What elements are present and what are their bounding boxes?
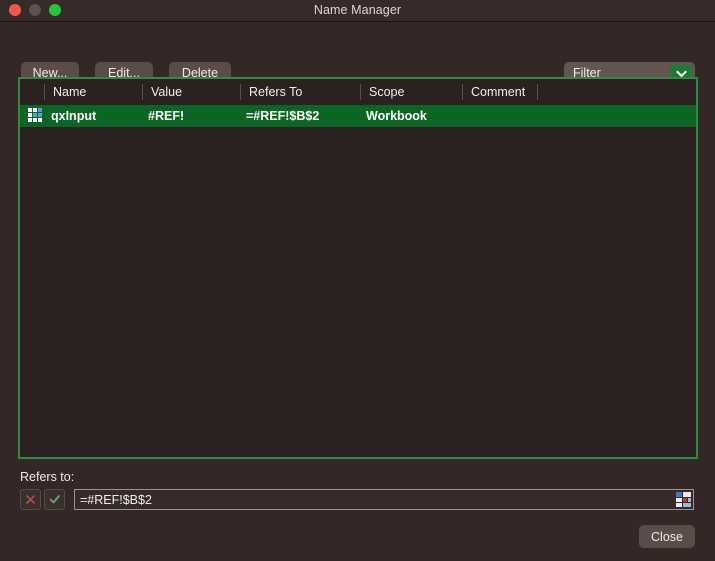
table-row[interactable]: qxInput #REF! =#REF!$B$2 Workbook	[20, 105, 696, 127]
cell-name: qxInput	[51, 109, 97, 123]
column-header-scope[interactable]: Scope	[361, 79, 404, 105]
window-title: Name Manager	[313, 3, 402, 17]
cell-scope: Workbook	[366, 109, 427, 123]
column-header-refers-to[interactable]: Refers To	[241, 79, 302, 105]
x-icon	[26, 495, 35, 504]
column-header-name[interactable]: Name	[45, 79, 86, 105]
table-body: qxInput #REF! =#REF!$B$2 Workbook	[20, 105, 696, 457]
cell-value: #REF!	[148, 109, 185, 123]
table-header-row: Name Value Refers To Scope Comment	[20, 79, 696, 105]
cell-refers-to: =#REF!$B$2	[246, 109, 320, 123]
toolbar: New... Edit... Delete Filter	[0, 22, 715, 85]
cancel-formula-button[interactable]	[20, 489, 41, 510]
accept-formula-button[interactable]	[44, 489, 65, 510]
window-titlebar: Name Manager	[0, 0, 715, 22]
check-icon	[49, 495, 60, 504]
column-header-comment[interactable]: Comment	[463, 79, 525, 105]
close-button[interactable]: Close	[639, 525, 695, 548]
name-manager-dialog: Name Manager New... Edit... Delete Filte…	[0, 0, 715, 561]
spreadsheet-grid-icon	[28, 108, 45, 124]
column-header-value[interactable]: Value	[143, 79, 182, 105]
refers-to-label: Refers to:	[20, 470, 75, 484]
column-divider[interactable]	[537, 84, 538, 100]
range-select-icon[interactable]	[676, 492, 691, 507]
names-table[interactable]: Name Value Refers To Scope Comment qxInp…	[18, 77, 698, 459]
refers-to-input[interactable]	[74, 489, 694, 510]
